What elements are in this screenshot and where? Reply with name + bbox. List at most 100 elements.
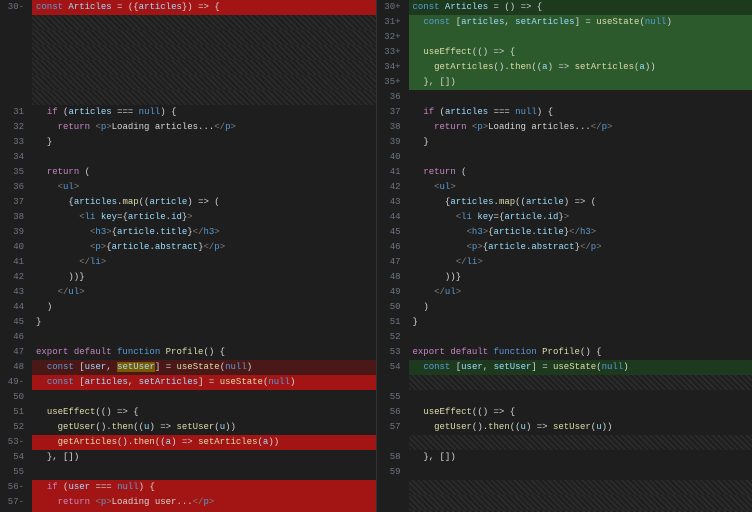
line-number: 48 [377,270,401,285]
code-line[interactable]: ))} [32,270,376,285]
code-line[interactable]: <ul> [32,180,376,195]
code-line[interactable]: } [409,315,752,330]
code-line[interactable]: getUser().then((u) => setUser(u)) [409,420,752,435]
code-line[interactable]: if (articles === null) { [32,105,376,120]
code-line[interactable]: } [409,135,752,150]
code-line[interactable] [32,75,376,90]
code-line[interactable]: }, []) [409,75,752,90]
diff-pane-original[interactable]: 30-3132333435363738394041424344454647484… [0,0,377,512]
line-number: 53 [377,345,401,360]
line-number: 44 [377,210,401,225]
code-line[interactable]: } [32,135,376,150]
code-line[interactable]: const Articles = ({articles}) => { [32,0,376,15]
code-line[interactable] [409,30,752,45]
code-area-right[interactable]: const Articles = () => { const [articles… [377,0,752,512]
code-line[interactable]: getArticles().then((a) => setArticles(a)… [409,60,752,75]
line-number: 33 [0,135,24,150]
code-line[interactable]: {articles.map((article) => ( [409,195,752,210]
code-line[interactable]: useEffect(() => { [409,45,752,60]
code-line[interactable]: export default function Profile() { [32,345,376,360]
code-line[interactable]: return <p>Loading user...</p> [32,495,376,510]
line-number: 34 [0,150,24,165]
line-number: 38 [0,210,24,225]
code-line[interactable] [32,30,376,45]
code-line[interactable] [32,330,376,345]
code-line[interactable]: {articles.map((article) => ( [32,195,376,210]
code-line[interactable]: const Articles = () => { [409,0,752,15]
line-number: 42 [377,180,401,195]
line-number: 35+ [377,75,401,90]
code-line[interactable]: ) [32,300,376,315]
code-line[interactable] [32,15,376,30]
line-number: 35 [0,165,24,180]
code-line[interactable] [409,465,752,480]
line-number: 58 [377,450,401,465]
code-line[interactable]: }, []) [32,450,376,465]
code-line[interactable] [32,45,376,60]
code-line[interactable]: export default function Profile() { [409,345,752,360]
code-line[interactable] [32,465,376,480]
code-line[interactable]: useEffect(() => { [409,405,752,420]
code-line[interactable]: </li> [409,255,752,270]
line-number: 44 [0,300,24,315]
code-line[interactable]: getUser().then((u) => setUser(u)) [32,420,376,435]
line-number: 47 [0,345,24,360]
line-number: 32 [0,120,24,135]
code-line[interactable]: <ul> [409,180,752,195]
code-line[interactable] [409,480,752,495]
code-line[interactable]: <p>{article.abstract}</p> [32,240,376,255]
code-line[interactable]: const [articles, setArticles] = useState… [32,375,376,390]
code-line[interactable]: return ( [409,165,752,180]
code-line[interactable]: const [articles, setArticles] = useState… [409,15,752,30]
code-line[interactable]: return <p>Loading articles...</p> [32,120,376,135]
code-line[interactable]: if (articles === null) { [409,105,752,120]
line-number: 41 [377,165,401,180]
code-line[interactable]: <p>{article.abstract}</p> [409,240,752,255]
code-line[interactable]: const [user, setUser] = useState(null) [409,360,752,375]
line-number [0,60,24,75]
code-line[interactable]: }, []) [409,450,752,465]
code-line[interactable]: ) [409,300,752,315]
line-number [0,45,24,60]
code-line[interactable] [409,90,752,105]
code-area-left[interactable]: const Articles = ({articles}) => { if (a… [0,0,376,512]
code-line[interactable]: <li key={article.id}> [409,210,752,225]
code-line[interactable] [409,375,752,390]
line-number: 48 [0,360,24,375]
line-number: 40 [377,150,401,165]
code-line[interactable]: } [32,315,376,330]
line-number: 41 [0,255,24,270]
line-number: 56 [377,405,401,420]
line-number: 51 [0,405,24,420]
line-number [0,30,24,45]
code-line[interactable]: </ul> [409,285,752,300]
line-number: 46 [377,240,401,255]
code-line[interactable]: <h3>{article.title}</h3> [32,225,376,240]
line-number: 45 [0,315,24,330]
code-line[interactable] [32,150,376,165]
code-line[interactable]: ))} [409,270,752,285]
line-number [377,480,401,495]
line-number: 55 [0,465,24,480]
code-line[interactable] [409,435,752,450]
code-line[interactable]: </li> [32,255,376,270]
code-line[interactable]: useEffect(() => { [32,405,376,420]
line-number [377,375,401,390]
code-line[interactable]: <h3>{article.title}</h3> [409,225,752,240]
code-line[interactable] [409,495,752,510]
code-line[interactable] [409,390,752,405]
code-line[interactable]: return <p>Loading articles...</p> [409,120,752,135]
code-line[interactable] [32,390,376,405]
code-line[interactable]: getArticles().then((a) => setArticles(a)… [32,435,376,450]
code-line[interactable] [32,60,376,75]
code-line[interactable] [409,330,752,345]
code-line[interactable] [32,90,376,105]
line-number: 59 [377,465,401,480]
code-line[interactable]: <li key={article.id}> [32,210,376,225]
diff-pane-modified[interactable]: 30+31+32+33+34+35+3637383940414243444546… [377,0,752,512]
code-line[interactable]: const [user, setUser] = useState(null) [32,360,376,375]
code-line[interactable]: return ( [32,165,376,180]
code-line[interactable] [409,150,752,165]
code-line[interactable]: </ul> [32,285,376,300]
code-line[interactable]: if (user === null) { [32,480,376,495]
